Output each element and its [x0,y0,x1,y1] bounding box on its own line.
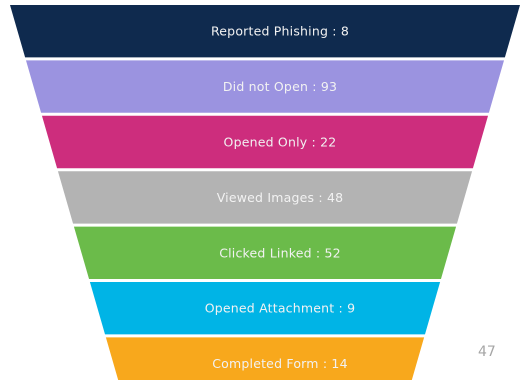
funnel-label-opened-only: Opened Only : 22 [224,135,337,150]
funnel-label-did-not-open: Did not Open : 93 [223,79,337,94]
funnel-chart: Reported Phishing : 8 Did not Open : 93 Op… [10,5,520,380]
funnel-label-reported-phishing: Reported Phishing : 8 [211,24,349,39]
funnel-label-completed-form: Completed Form : 14 [212,356,348,371]
funnel-label-opened-attachment: Opened Attachment : 9 [205,301,356,316]
funnel-label-viewed-images: Viewed Images : 48 [217,190,344,205]
page-number: 47 [478,344,496,360]
funnel-label-clicked-linked: Clicked Linked : 52 [219,245,341,260]
